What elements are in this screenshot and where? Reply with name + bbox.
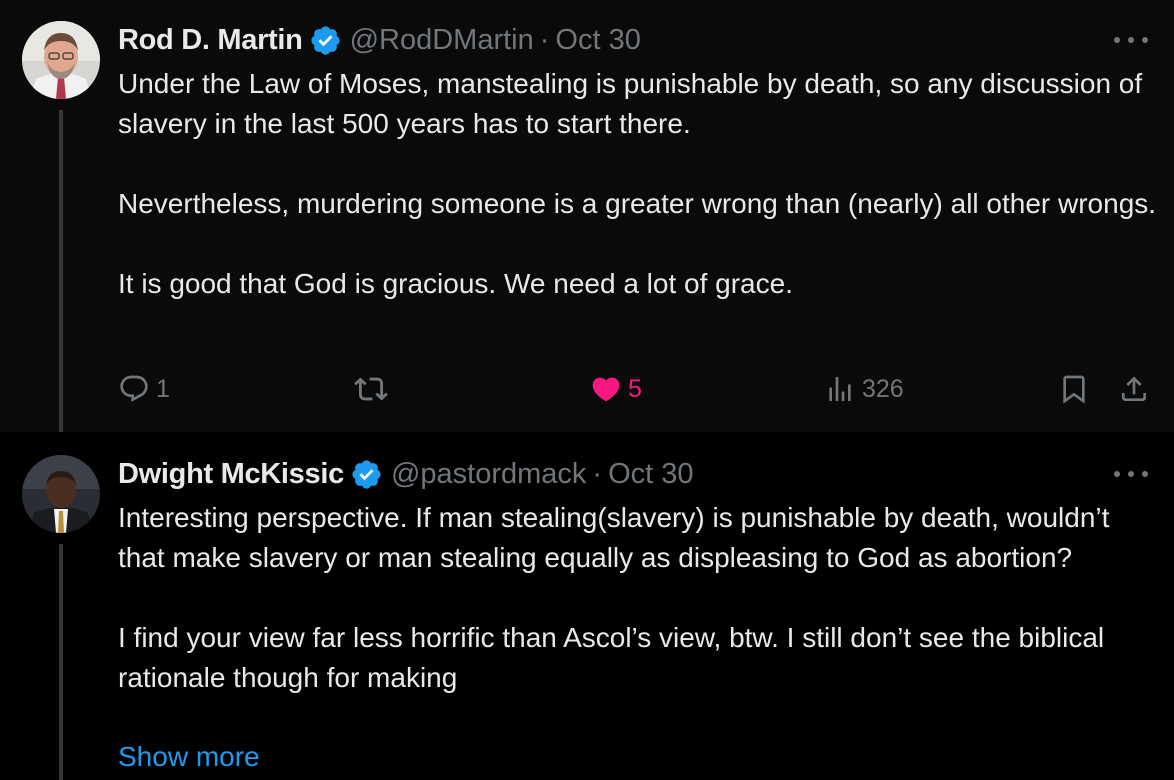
verified-badge-icon [350, 458, 383, 491]
tweet-text: Interesting perspective. If man stealing… [118, 498, 1158, 698]
views-icon [824, 373, 856, 405]
tweet-header: Rod D. Martin @RodDMartin · Oct 30 [118, 20, 641, 60]
tweet-header: Dwight McKissic @pastordmack · Oct 30 [118, 454, 694, 494]
share-button[interactable] [1118, 369, 1150, 409]
avatar-rod-martin[interactable] [22, 21, 100, 99]
tweet-paragraph: I find your view far less horrific than … [118, 622, 1105, 693]
show-more-link[interactable]: Show more [118, 737, 260, 777]
thread-line [59, 110, 63, 432]
tweet-paragraph: Nevertheless, murdering someone is a gre… [118, 188, 1157, 219]
share-icon [1118, 373, 1150, 405]
more-options-icon[interactable] [1114, 469, 1148, 479]
user-handle[interactable]: @RodDMartin [350, 24, 534, 57]
heart-icon [590, 373, 622, 405]
reply-icon [118, 373, 150, 405]
verified-badge-icon [309, 24, 342, 57]
tweet-text: Under the Law of Moses, manstealing is p… [118, 64, 1158, 304]
views-count: 326 [862, 374, 904, 403]
tweet-paragraph: Under the Law of Moses, manstealing is p… [118, 68, 1143, 139]
bookmark-button[interactable] [1058, 369, 1090, 409]
separator-dot: · [539, 23, 550, 56]
separator-dot: · [592, 457, 603, 490]
tweet-rod-martin[interactable]: Rod D. Martin @RodDMartin · Oct 30 Under… [0, 0, 1174, 432]
views-button[interactable]: 326 [824, 369, 904, 409]
display-name[interactable]: Dwight McKissic [118, 458, 344, 491]
display-name[interactable]: Rod D. Martin [118, 24, 303, 57]
tweet-date[interactable]: Oct 30 [608, 458, 693, 491]
bookmark-icon [1058, 373, 1090, 405]
user-handle[interactable]: @pastordmack [391, 458, 586, 491]
reply-count: 1 [156, 374, 170, 403]
tweet-date[interactable]: Oct 30 [555, 24, 640, 57]
retweet-button[interactable] [354, 369, 388, 409]
like-count: 5 [628, 374, 642, 403]
like-button[interactable]: 5 [590, 369, 642, 409]
tweet-paragraph: It is good that God is gracious. We need… [118, 268, 793, 299]
thread-line [59, 544, 63, 780]
tweet-paragraph: Interesting perspective. If man stealing… [118, 502, 1110, 573]
retweet-icon [354, 372, 388, 406]
reply-button[interactable]: 1 [118, 369, 170, 409]
avatar-dwight-mckissic[interactable] [22, 455, 100, 533]
more-options-icon[interactable] [1114, 35, 1148, 45]
tweet-actions: 1 5 326 [118, 369, 1158, 409]
